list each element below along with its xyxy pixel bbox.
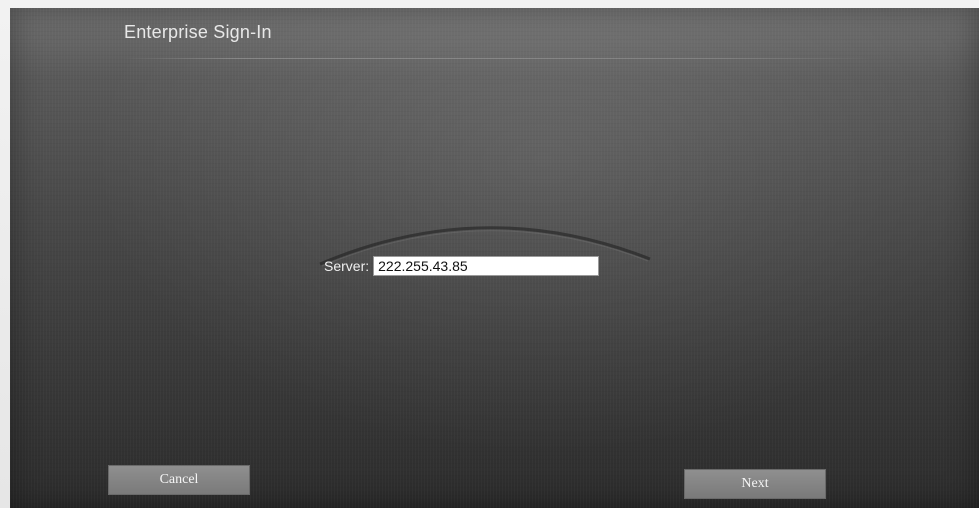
cancel-button[interactable]: Cancel [108,465,250,495]
page-title: Enterprise Sign-In [124,22,272,42]
server-label: Server: [324,258,370,274]
server-row: Server: [324,256,600,276]
server-input[interactable] [373,256,600,276]
next-button[interactable]: Next [684,469,826,499]
sign-in-screen: Enterprise Sign-In Server: Cancel Next [10,8,979,508]
title-divider [124,58,874,59]
